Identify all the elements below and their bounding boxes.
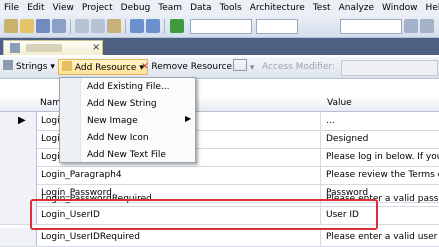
menu-view[interactable]: View xyxy=(49,0,78,16)
menu-bar: File Edit View Project Debug Team Data T… xyxy=(0,0,439,16)
value-column-header[interactable]: Value xyxy=(327,96,352,111)
new-project-icon[interactable] xyxy=(4,19,18,33)
row-header[interactable] xyxy=(0,228,37,246)
current-row-icon: ▶ xyxy=(18,115,26,126)
find-icon[interactable] xyxy=(404,19,418,33)
remove-resource-label: Remove Resource xyxy=(151,62,233,72)
add-resource-label: Add Resource xyxy=(74,63,137,73)
cut-icon[interactable] xyxy=(75,19,89,33)
menu-debug[interactable]: Debug xyxy=(117,0,155,16)
document-tab-title xyxy=(26,44,62,52)
menu-test[interactable]: Test xyxy=(309,0,335,16)
menu-edit[interactable]: Edit xyxy=(23,0,48,16)
add-resource-icon xyxy=(62,61,72,71)
menu-tools[interactable]: Tools xyxy=(216,0,246,16)
menu-window[interactable]: Window xyxy=(378,0,422,16)
toolbar-separator xyxy=(125,19,126,34)
paste-icon[interactable] xyxy=(107,19,121,33)
redo-icon[interactable] xyxy=(146,19,160,33)
start-debug-icon[interactable] xyxy=(170,19,184,33)
menu-architecture[interactable]: Architecture xyxy=(246,0,309,16)
menu-item-add-new-icon[interactable]: Add New Icon xyxy=(81,130,197,147)
name-column-header[interactable]: Nam xyxy=(40,96,61,111)
value-cell[interactable]: Please review the Terms of Us xyxy=(322,166,439,184)
grid-view-icon xyxy=(233,59,247,71)
row-header[interactable] xyxy=(0,166,37,184)
close-icon[interactable]: × xyxy=(92,42,100,54)
menu-item-new-image[interactable]: New Image xyxy=(81,113,197,130)
strings-label: Strings xyxy=(15,62,48,72)
add-resource-button[interactable]: Add Resource ▾ xyxy=(58,59,148,75)
strings-icon xyxy=(3,60,13,70)
menu-item-add-new-string[interactable]: Add New String xyxy=(81,96,197,113)
row-header[interactable]: ▶ xyxy=(0,112,37,130)
menu-icon-gutter xyxy=(60,78,81,162)
name-cell[interactable]: Login_UserIDRequired xyxy=(38,228,321,246)
remove-icon: ✕ xyxy=(141,62,149,72)
access-modifier-label: Access Modifier: xyxy=(262,62,335,72)
document-tab[interactable]: × xyxy=(3,40,103,55)
value-cell[interactable]: ... xyxy=(322,112,439,130)
platform-combo[interactable] xyxy=(256,19,298,34)
menu-item-add-new-text-file[interactable]: Add New Text File xyxy=(81,147,197,164)
add-resource-menu: Add Existing File... Add New String New … xyxy=(59,77,196,163)
menu-file[interactable]: File xyxy=(0,0,23,16)
row-header[interactable] xyxy=(0,148,37,166)
copy-icon[interactable] xyxy=(91,19,105,33)
row-header[interactable] xyxy=(0,130,37,148)
menu-data[interactable]: Data xyxy=(186,0,216,16)
table-row[interactable]: Login_Paragraph4 Please review the Terms… xyxy=(0,166,439,185)
menu-team[interactable]: Team xyxy=(154,0,186,16)
chevron-down-icon: ▾ xyxy=(50,62,55,72)
save-icon[interactable] xyxy=(36,19,50,33)
menu-project[interactable]: Project xyxy=(78,0,117,16)
table-row[interactable]: Login_UserIDRequired Please enter a vali… xyxy=(0,228,439,247)
access-modifier-combo[interactable] xyxy=(341,60,438,76)
value-cell[interactable]: Please enter a valid user ID xyxy=(322,228,439,246)
menu-item-add-existing-file[interactable]: Add Existing File... xyxy=(81,79,197,96)
submenu-arrow-icon: ▶ xyxy=(185,114,192,123)
standard-toolbar xyxy=(0,16,439,38)
chevron-down-icon: ▾ xyxy=(249,63,255,73)
views-dropdown[interactable]: ▾ xyxy=(233,59,254,75)
highlight-annotation xyxy=(30,199,378,230)
strings-dropdown[interactable]: Strings ▾ xyxy=(3,59,55,75)
resource-toolbar: Strings ▾ Add Resource ▾ ✕ Remove Resour… xyxy=(0,57,439,79)
undo-icon[interactable] xyxy=(130,19,144,33)
toolbar-separator xyxy=(164,19,165,34)
menu-help[interactable]: Help xyxy=(422,0,439,16)
find-combo[interactable] xyxy=(340,19,402,34)
toolbar-separator xyxy=(70,19,71,34)
value-cell[interactable]: Please log in below. If you w xyxy=(322,148,439,166)
solution-explorer-icon[interactable] xyxy=(420,19,434,33)
menu-analyze[interactable]: Analyze xyxy=(335,0,378,16)
value-cell[interactable]: Designed xyxy=(322,130,439,148)
configuration-combo[interactable] xyxy=(190,19,252,34)
resource-file-icon xyxy=(10,43,20,53)
name-cell[interactable]: Login_Paragraph4 xyxy=(38,166,321,184)
open-folder-icon[interactable] xyxy=(20,19,34,33)
save-all-icon[interactable] xyxy=(52,19,66,33)
remove-resource-button[interactable]: ✕ Remove Resource xyxy=(141,59,232,75)
